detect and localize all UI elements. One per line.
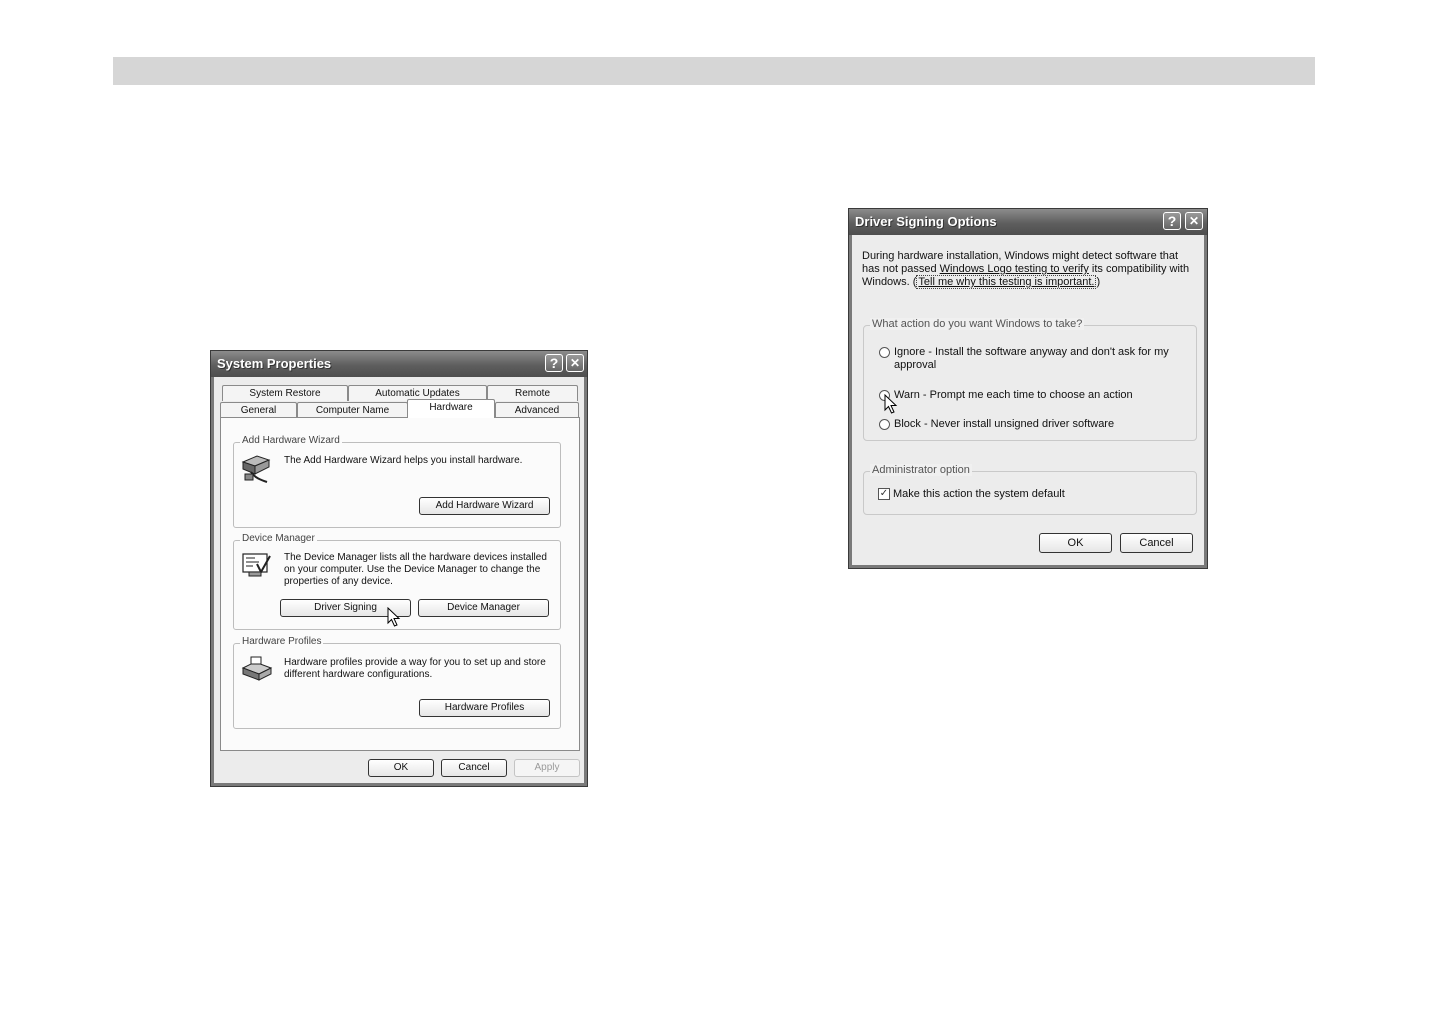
tab-general[interactable]: General bbox=[220, 402, 297, 418]
tab-hardware[interactable]: Hardware bbox=[407, 399, 495, 418]
tab-system-restore[interactable]: System Restore bbox=[222, 385, 348, 401]
administrator-option-group: Administrator option ✓ Make this action … bbox=[863, 464, 1197, 515]
group-label: Hardware Profiles bbox=[240, 636, 324, 647]
help-icon[interactable]: ? bbox=[1163, 212, 1181, 230]
mouse-cursor-icon bbox=[884, 394, 898, 414]
action-group: What action do you want Windows to take?… bbox=[863, 318, 1197, 441]
block-option-label[interactable]: Block - Never install unsigned driver so… bbox=[894, 418, 1189, 431]
window-client: During hardware installation, Windows mi… bbox=[852, 235, 1204, 565]
hardware-profiles-button[interactable]: Hardware Profiles bbox=[419, 699, 550, 717]
intro-text-part3: ) bbox=[1096, 276, 1101, 288]
device-manager-button[interactable]: Device Manager bbox=[418, 599, 549, 617]
title-bar[interactable]: Driver Signing Options ? ✕ bbox=[849, 209, 1207, 235]
close-icon[interactable]: ✕ bbox=[566, 354, 584, 372]
system-default-label[interactable]: Make this action the system default bbox=[893, 488, 1183, 501]
windows-logo-testing-link[interactable]: Windows Logo testing to verify bbox=[940, 263, 1089, 275]
group-label: Add Hardware Wizard bbox=[240, 435, 342, 446]
intro-text: During hardware installation, Windows mi… bbox=[862, 250, 1197, 289]
tab-advanced[interactable]: Advanced bbox=[495, 402, 579, 418]
hardware-profiles-icon bbox=[241, 656, 273, 681]
top-header-bar bbox=[113, 57, 1315, 85]
group-label: Administrator option bbox=[870, 464, 972, 476]
hardware-profiles-group: Hardware Profiles Hardware profiles prov… bbox=[233, 636, 561, 729]
ignore-option-label[interactable]: Ignore - Install the software anyway and… bbox=[894, 346, 1189, 372]
add-hardware-wizard-button[interactable]: Add Hardware Wizard bbox=[419, 497, 550, 515]
add-hardware-group: Add Hardware Wizard The Add Hardware Wiz… bbox=[233, 435, 561, 528]
hardware-tab-panel: Add Hardware Wizard The Add Hardware Wiz… bbox=[220, 417, 580, 751]
tab-computer-name[interactable]: Computer Name bbox=[297, 402, 408, 418]
window-title: Driver Signing Options bbox=[855, 214, 997, 229]
hardware-profiles-description: Hardware profiles provide a way for you … bbox=[284, 657, 546, 680]
warn-option-label[interactable]: Warn - Prompt me each time to choose an … bbox=[894, 389, 1189, 402]
group-label: Device Manager bbox=[240, 533, 317, 544]
mouse-cursor-icon bbox=[387, 607, 401, 627]
ignore-radio[interactable] bbox=[879, 347, 890, 358]
driver-signing-window: Driver Signing Options ? ✕ During hardwa… bbox=[848, 208, 1208, 569]
help-icon[interactable]: ? bbox=[545, 354, 563, 372]
why-testing-important-link[interactable]: Tell me why this testing is important. bbox=[916, 275, 1097, 289]
window-client: System Restore Automatic Updates Remote … bbox=[214, 377, 584, 783]
ok-button[interactable]: OK bbox=[1039, 533, 1112, 553]
ok-button[interactable]: OK bbox=[368, 759, 434, 777]
system-properties-window: System Properties ? ✕ System Restore Aut… bbox=[210, 350, 588, 787]
title-bar[interactable]: System Properties ? ✕ bbox=[211, 351, 587, 377]
group-label: What action do you want Windows to take? bbox=[870, 318, 1085, 330]
add-hardware-description: The Add Hardware Wizard helps you instal… bbox=[284, 455, 523, 466]
device-manager-description: The Device Manager lists all the hardwar… bbox=[284, 552, 547, 587]
system-default-checkbox[interactable]: ✓ bbox=[878, 488, 890, 500]
device-manager-icon bbox=[242, 553, 271, 577]
close-icon[interactable]: ✕ bbox=[1185, 212, 1203, 230]
tab-remote[interactable]: Remote bbox=[487, 385, 578, 401]
cancel-button[interactable]: Cancel bbox=[441, 759, 507, 777]
cancel-button[interactable]: Cancel bbox=[1120, 533, 1193, 553]
apply-button[interactable]: Apply bbox=[514, 759, 580, 777]
window-title: System Properties bbox=[217, 356, 332, 371]
block-radio[interactable] bbox=[879, 419, 890, 430]
hardware-wizard-icon bbox=[241, 455, 271, 483]
